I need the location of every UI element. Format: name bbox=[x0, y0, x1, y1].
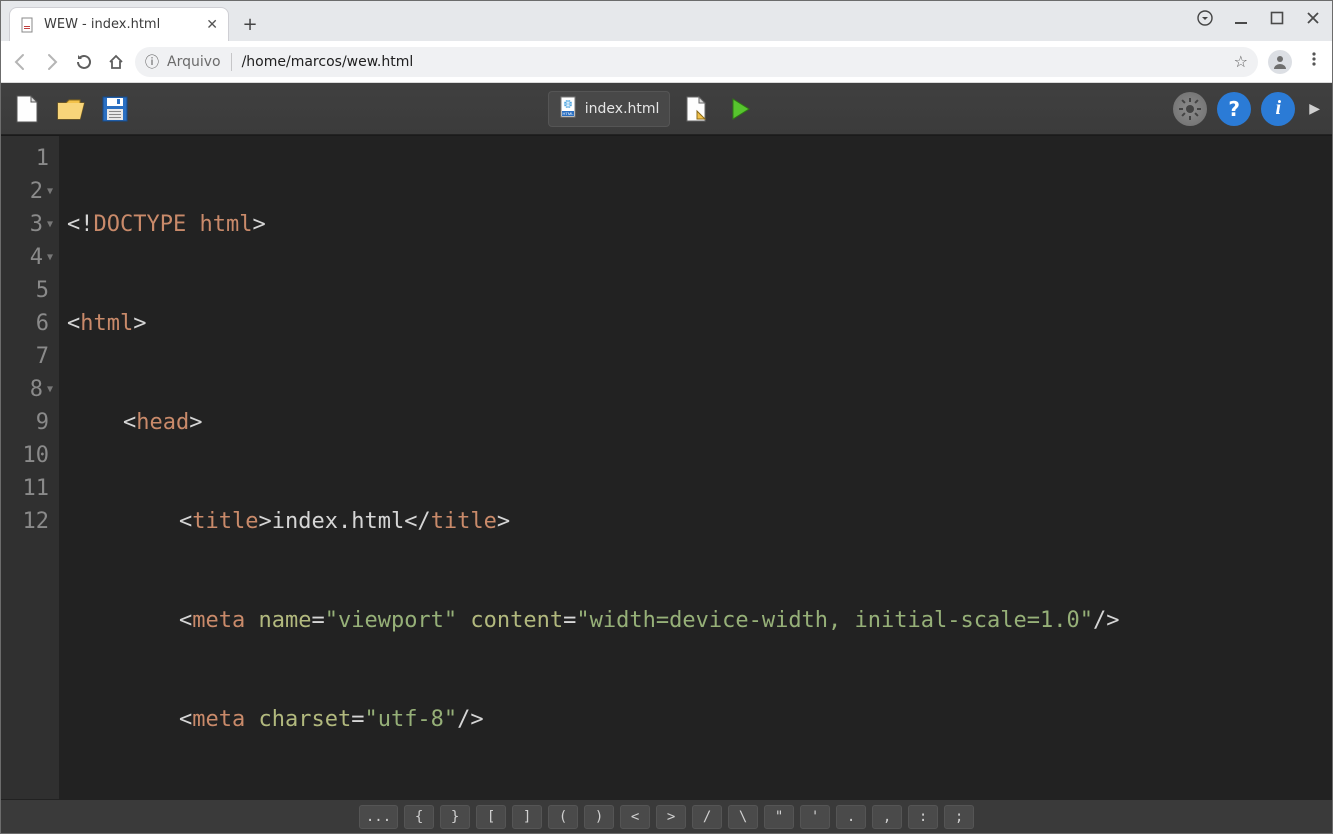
save-file-button[interactable] bbox=[97, 91, 133, 127]
line-number: 1 bbox=[1, 142, 53, 175]
url-separator bbox=[231, 53, 232, 71]
symbol-key[interactable]: [ bbox=[476, 805, 506, 829]
window-minimize-button[interactable] bbox=[1228, 5, 1254, 31]
browser-menu-button[interactable] bbox=[1306, 51, 1322, 72]
line-number: 12 bbox=[1, 505, 53, 538]
browser-tab-title: WEW - index.html bbox=[44, 17, 160, 32]
tab-close-icon[interactable]: ✕ bbox=[206, 17, 218, 33]
code-line: <meta charset="utf-8"/> bbox=[67, 703, 1332, 736]
svg-text:HTML: HTML bbox=[562, 111, 574, 116]
avatar-icon bbox=[1268, 50, 1292, 74]
line-number: 5 bbox=[1, 274, 53, 307]
url-origin-chip[interactable]: ⓘ Arquivo bbox=[145, 52, 221, 72]
symbol-key[interactable]: ; bbox=[944, 805, 974, 829]
bookmark-star-icon[interactable]: ☆ bbox=[1234, 52, 1248, 71]
symbol-key[interactable]: , bbox=[872, 805, 902, 829]
active-file-label: index.html bbox=[585, 101, 660, 117]
line-number: 9 bbox=[1, 406, 53, 439]
profile-avatar-button[interactable] bbox=[1268, 50, 1292, 74]
code-line: <title>index.html</title> bbox=[67, 505, 1332, 538]
line-number: 10 bbox=[1, 439, 53, 472]
address-bar: ⓘ Arquivo /home/marcos/wew.html ☆ bbox=[1, 41, 1332, 83]
symbol-key[interactable]: > bbox=[656, 805, 686, 829]
code-line: <meta name="viewport" content="width=dev… bbox=[67, 604, 1332, 637]
settings-button[interactable] bbox=[1173, 92, 1207, 126]
nav-forward-button[interactable] bbox=[43, 53, 61, 71]
fold-marker-icon[interactable]: ▼ bbox=[47, 175, 53, 208]
new-tab-button[interactable]: + bbox=[235, 9, 265, 39]
run-button[interactable] bbox=[722, 91, 758, 127]
symbol-key[interactable]: . bbox=[836, 805, 866, 829]
code-line: <html> bbox=[67, 307, 1332, 340]
active-file-tab[interactable]: HTML index.html bbox=[548, 91, 671, 127]
new-file-button[interactable] bbox=[9, 91, 45, 127]
nav-reload-button[interactable] bbox=[75, 53, 93, 71]
symbol-key[interactable]: \ bbox=[728, 805, 758, 829]
url-scheme-label: Arquivo bbox=[167, 54, 221, 70]
browser-right-controls bbox=[1268, 50, 1322, 74]
dropdown-indicator-icon[interactable] bbox=[1192, 5, 1218, 31]
about-button[interactable]: i bbox=[1261, 92, 1295, 126]
code-line: <!DOCTYPE html> bbox=[67, 208, 1332, 241]
open-file-button[interactable] bbox=[53, 91, 89, 127]
favicon-icon bbox=[20, 17, 36, 33]
browser-window: WEW - index.html ✕ + bbox=[0, 0, 1333, 834]
line-number: 3▼ bbox=[1, 208, 53, 241]
symbol-key[interactable]: ] bbox=[512, 805, 542, 829]
code-line: <head> bbox=[67, 406, 1332, 439]
site-info-icon: ⓘ bbox=[145, 52, 159, 72]
symbol-key[interactable]: ... bbox=[359, 805, 398, 829]
editor-app: HTML index.html ? i ▶ bbox=[1, 83, 1332, 833]
file-action-button[interactable] bbox=[678, 91, 714, 127]
symbol-key[interactable]: ( bbox=[548, 805, 578, 829]
nav-home-button[interactable] bbox=[107, 53, 125, 71]
browser-tab-active[interactable]: WEW - index.html ✕ bbox=[9, 7, 229, 41]
line-number: 6 bbox=[1, 307, 53, 340]
nav-buttons bbox=[11, 53, 125, 71]
toolbar-center-group: HTML index.html bbox=[548, 91, 759, 127]
fold-marker-icon[interactable]: ▼ bbox=[47, 373, 53, 406]
editor-toolbar: HTML index.html ? i ▶ bbox=[1, 83, 1332, 135]
symbol-key[interactable]: ' bbox=[800, 805, 830, 829]
symbol-key[interactable]: " bbox=[764, 805, 794, 829]
help-button[interactable]: ? bbox=[1217, 92, 1251, 126]
fold-marker-icon[interactable]: ▼ bbox=[47, 241, 53, 274]
url-path-text: /home/marcos/wew.html bbox=[242, 54, 1224, 70]
symbol-key[interactable]: { bbox=[404, 805, 434, 829]
toolbar-right-group: ? i ▶ bbox=[1173, 92, 1324, 126]
symbol-key[interactable]: } bbox=[440, 805, 470, 829]
line-number: 4▼ bbox=[1, 241, 53, 274]
html-file-icon: HTML bbox=[559, 96, 579, 122]
line-number-gutter: 12▼3▼4▼5678▼9101112 bbox=[1, 136, 59, 799]
url-field[interactable]: ⓘ Arquivo /home/marcos/wew.html ☆ bbox=[135, 47, 1258, 77]
code-area[interactable]: <!DOCTYPE html> <html> <head> <title>ind… bbox=[59, 136, 1332, 799]
code-editor[interactable]: 12▼3▼4▼5678▼9101112 <!DOCTYPE html> <htm… bbox=[1, 135, 1332, 799]
symbol-key[interactable]: : bbox=[908, 805, 938, 829]
line-number: 7 bbox=[1, 340, 53, 373]
symbol-key[interactable]: ) bbox=[584, 805, 614, 829]
window-close-button[interactable] bbox=[1300, 5, 1326, 31]
window-controls bbox=[1192, 5, 1326, 31]
symbol-key[interactable]: < bbox=[620, 805, 650, 829]
line-number: 8▼ bbox=[1, 373, 53, 406]
symbol-key[interactable]: / bbox=[692, 805, 722, 829]
toolbar-overflow-icon[interactable]: ▶ bbox=[1305, 101, 1324, 117]
symbol-toolbar: ...{}[]()<>/\"'.,:; bbox=[1, 799, 1332, 833]
line-number: 11 bbox=[1, 472, 53, 505]
line-number: 2▼ bbox=[1, 175, 53, 208]
nav-back-button[interactable] bbox=[11, 53, 29, 71]
tab-strip: WEW - index.html ✕ + bbox=[1, 1, 1332, 41]
fold-marker-icon[interactable]: ▼ bbox=[47, 208, 53, 241]
window-maximize-button[interactable] bbox=[1264, 5, 1290, 31]
